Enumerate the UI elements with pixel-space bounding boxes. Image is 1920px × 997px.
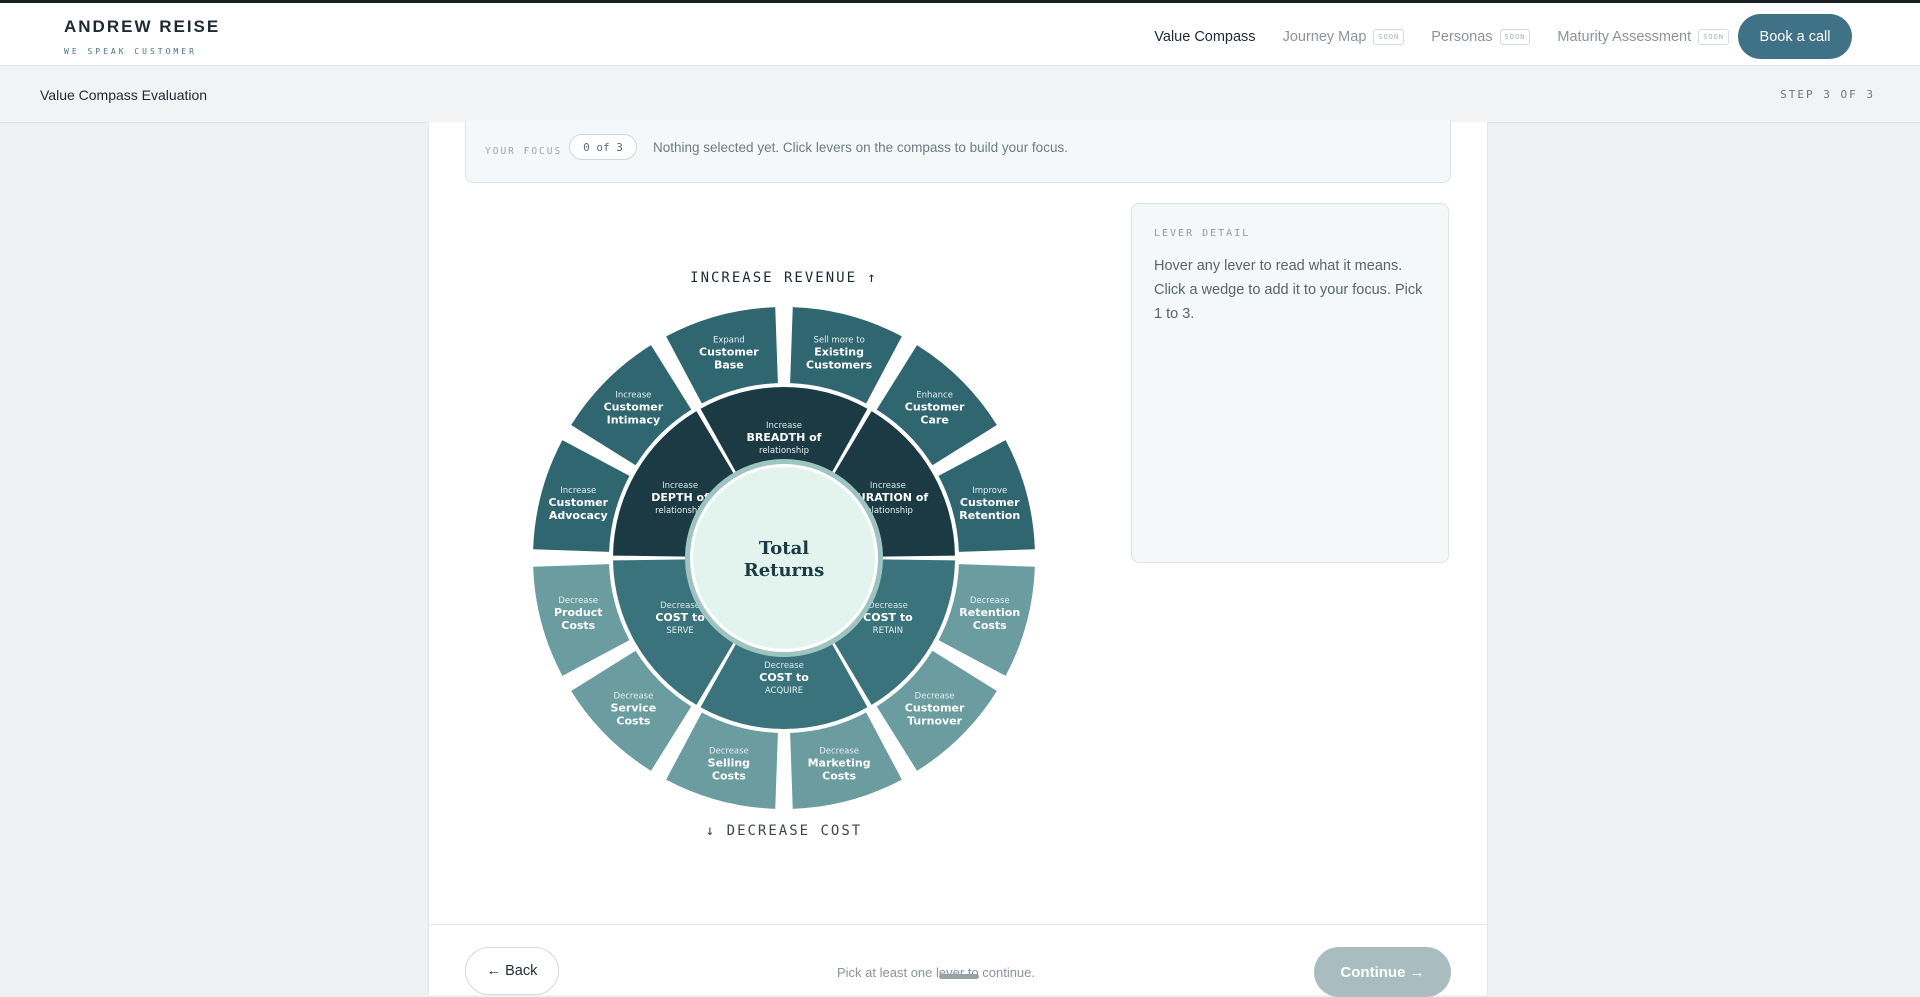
soon-badge: SOON [1373, 28, 1405, 45]
brand-logo[interactable]: ANDREW REISE WE SPEAK CUSTOMER [64, 17, 220, 56]
outer-wedge-pre: Decrease [709, 747, 749, 757]
outer-wedge-line1: Customer [905, 702, 965, 715]
nav-item-maturity-assessment[interactable]: Maturity Assessment SOON [1557, 28, 1729, 45]
inner-wedge-pre: Decrease [660, 601, 700, 611]
outer-wedge-line1: Customer [604, 400, 664, 413]
nav-label: Personas [1431, 28, 1493, 45]
outer-wedge-line2: Costs [616, 715, 650, 728]
outer-wedge-pre: Decrease [819, 747, 859, 757]
outer-wedge-pre: Increase [560, 486, 596, 496]
evaluation-card: YOUR FOCUS 0 of 3 Nothing selected yet. … [428, 120, 1488, 997]
center-title-line2: Returns [744, 560, 825, 581]
outer-wedge-line1: Existing [814, 345, 864, 358]
inner-wedge-main: BREADTH of [747, 431, 822, 444]
outer-wedge-line2: Customers [806, 358, 873, 371]
outer-wedge-line1: Selling [708, 757, 750, 770]
inner-wedge-sub: relationship [759, 446, 809, 456]
main-nav: Value Compass Journey Map SOON Personas … [1154, 14, 1852, 59]
outer-wedge-pre: Sell more to [813, 335, 864, 345]
page-title: Value Compass Evaluation [40, 87, 208, 103]
soon-badge: SOON [1698, 28, 1729, 45]
lever-detail-label: LEVER DETAIL [1154, 228, 1251, 239]
nav-label: Journey Map [1282, 28, 1367, 45]
outer-wedge-line2: Care [920, 413, 948, 426]
outer-wedge-line1: Customer [699, 345, 759, 358]
outer-wedge-line2: Base [714, 358, 744, 371]
inner-wedge-pre: Decrease [764, 661, 804, 671]
nav-item-value-compass[interactable]: Value Compass [1154, 29, 1255, 45]
outer-wedge-pre: Decrease [558, 596, 598, 606]
outer-wedge-line1: Customer [960, 496, 1020, 509]
outer-wedge-line1: Customer [905, 400, 965, 413]
inner-wedge-main: DEPTH of [651, 491, 709, 504]
outer-wedge-pre: Expand [713, 335, 745, 345]
outer-wedge-line1: Customer [548, 496, 608, 509]
inner-wedge-main: COST to [863, 611, 913, 624]
step-counter: STEP 3 OF 3 [1780, 88, 1875, 101]
outer-wedge-line1: Retention [959, 606, 1020, 619]
center-title-line1: Total [759, 538, 809, 559]
inner-wedge-main: COST to [759, 671, 809, 684]
outer-wedge-line2: Intimacy [607, 413, 661, 426]
soon-badge: SOON [1499, 28, 1531, 45]
inner-wedge-pre: Decrease [868, 601, 908, 611]
outer-wedge-line2: Costs [561, 619, 595, 632]
outer-wedge-pre: Decrease [970, 596, 1010, 606]
outer-wedge-pre: Increase [615, 390, 651, 400]
inner-wedge-pre: Increase [766, 421, 802, 431]
outer-wedge-line2: Costs [712, 770, 746, 783]
book-call-button[interactable]: Book a call [1738, 14, 1852, 59]
outer-wedge-line2: Costs [973, 619, 1007, 632]
step-header: Value Compass Evaluation STEP 3 OF 3 [0, 66, 1920, 123]
back-button[interactable]: ← Back [465, 947, 559, 995]
brand-name: ANDREW REISE [64, 17, 221, 36]
outer-wedge-line2: Advocacy [549, 509, 608, 522]
outer-wedge-line1: Marketing [808, 757, 871, 770]
nav-label: Maturity Assessment [1557, 28, 1692, 45]
inner-wedge-pre: Increase [870, 481, 906, 491]
nav-item-personas[interactable]: Personas SOON [1431, 28, 1531, 45]
top-navigation-bar: ANDREW REISE WE SPEAK CUSTOMER Value Com… [0, 0, 1920, 66]
nav-label: Value Compass [1154, 28, 1256, 45]
footer-hint: Pick at least one lever to continue. [837, 965, 1036, 980]
outer-wedge-line2: Retention [959, 509, 1020, 522]
lever-detail-text: Hover any lever to read what it means. C… [1154, 258, 1423, 322]
inner-wedge-main: COST to [655, 611, 705, 624]
compass-top-label: INCREASE REVENUE ↑ [690, 270, 878, 286]
nav-item-journey-map[interactable]: Journey Map SOON [1282, 28, 1405, 45]
outer-wedge-line1: Product [554, 606, 603, 619]
outer-wedge-pre: Enhance [916, 390, 953, 400]
outer-wedge-line2: Turnover [907, 715, 963, 728]
continue-button[interactable]: Continue → [1314, 947, 1451, 997]
lever-detail-panel: LEVER DETAIL Hover any lever to read wha… [1131, 203, 1449, 563]
inner-wedge-pre: Increase [662, 481, 698, 491]
outer-wedge-pre: Improve [972, 486, 1007, 496]
outer-wedge-pre: Decrease [915, 692, 955, 702]
inner-wedge-sub: SERVE [666, 626, 693, 636]
inner-wedge-sub: RETAIN [873, 626, 904, 636]
card-footer: ← Back Pick at least one lever to contin… [429, 924, 1487, 997]
compass-bottom-label: ↓ DECREASE COST [706, 823, 862, 839]
outer-wedge-line1: Service [611, 702, 657, 715]
brand-tagline: WE SPEAK CUSTOMER [64, 47, 197, 56]
horizontal-scroll-thumb[interactable] [939, 974, 979, 979]
inner-wedge-sub: ACQUIRE [765, 686, 803, 696]
outer-wedge-pre: Decrease [613, 692, 653, 702]
outer-wedge-line2: Costs [822, 770, 856, 783]
